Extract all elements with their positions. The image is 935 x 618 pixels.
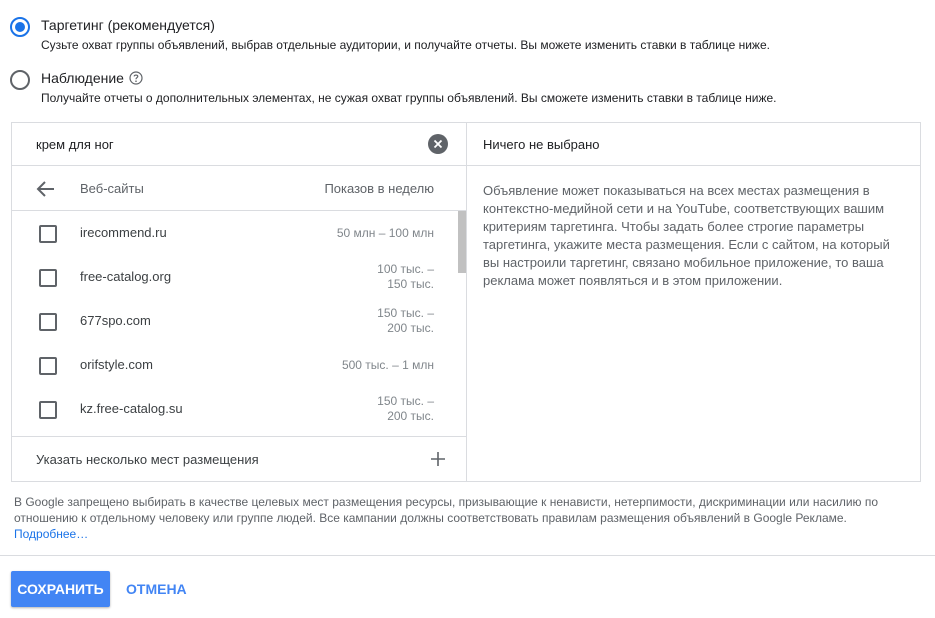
list-item[interactable]: 677spo.com 150 тыс. – 200 тыс. xyxy=(12,299,466,343)
impressions-line: 500 тыс. – 1 млн xyxy=(341,358,434,372)
checkbox-icon[interactable] xyxy=(39,269,57,287)
impressions-value: 100 тыс. – 150 тыс. xyxy=(377,262,434,292)
list-item[interactable]: free-catalog.org 100 тыс. – 150 тыс. xyxy=(12,255,466,299)
placement-list[interactable]: irecommend.ru 50 млн – 100 млн free-cata… xyxy=(12,211,466,437)
impressions-value: 150 тыс. – 200 тыс. xyxy=(377,394,434,424)
impressions-column-header: Показов в неделю xyxy=(324,180,434,196)
site-name: orifstyle.com xyxy=(80,357,153,372)
search-input[interactable] xyxy=(36,136,416,152)
impressions-line: 50 млн – 100 млн xyxy=(336,226,434,240)
targeting-option-text: Таргетинг (рекомендуется) Сузьте охват г… xyxy=(41,16,770,53)
radio-checked-icon[interactable] xyxy=(10,17,30,37)
list-item[interactable]: kz.free-catalog.su 150 тыс. – 200 тыс. xyxy=(12,387,466,431)
policy-text: В Google запрещено выбирать в качестве ц… xyxy=(14,495,879,525)
impressions-line: 100 тыс. – xyxy=(377,262,434,276)
plus-icon[interactable] xyxy=(430,451,446,467)
targeting-option[interactable]: Таргетинг (рекомендуется) Сузьте охват г… xyxy=(10,16,770,53)
observation-option-text: Наблюдение Получайте отчеты о дополнител… xyxy=(41,69,777,106)
impressions-value: 500 тыс. – 1 млн xyxy=(342,358,434,373)
cancel-button[interactable]: ОТМЕНА xyxy=(118,571,195,607)
list-category-label: Веб-сайты xyxy=(80,180,144,196)
checkbox-icon[interactable] xyxy=(39,225,57,243)
policy-notice: В Google запрещено выбирать в качестве ц… xyxy=(14,494,914,542)
observation-option-desc: Получайте отчеты о дополнительных элемен… xyxy=(41,91,777,105)
observation-option-title: Наблюдение xyxy=(41,70,124,86)
list-header: Веб-сайты Показов в неделю xyxy=(12,166,466,211)
clear-icon[interactable] xyxy=(428,134,448,154)
targeting-option-title: Таргетинг (рекомендуется) xyxy=(41,17,215,33)
help-circle-icon[interactable] xyxy=(129,71,143,85)
targeting-option-desc: Сузьте охват группы объявлений, выбрав о… xyxy=(41,38,770,52)
observation-option[interactable]: Наблюдение Получайте отчеты о дополнител… xyxy=(10,69,777,106)
impressions-value: 50 млн – 100 млн xyxy=(337,226,434,241)
radio-unchecked-icon[interactable] xyxy=(10,70,30,90)
impressions-value: 150 тыс. – 200 тыс. xyxy=(377,306,434,336)
impressions-line: 200 тыс. xyxy=(387,321,434,335)
divider xyxy=(0,555,935,556)
placement-panel: Веб-сайты Показов в неделю irecommend.ru… xyxy=(11,122,921,482)
placement-browser: Веб-сайты Показов в неделю irecommend.ru… xyxy=(12,123,467,481)
list-item[interactable]: orifstyle.com 500 тыс. – 1 млн xyxy=(12,343,466,387)
add-multiple-placements-label: Указать несколько мест размещения xyxy=(36,451,259,467)
checkbox-icon[interactable] xyxy=(39,357,57,375)
site-name: irecommend.ru xyxy=(80,225,167,240)
list-item[interactable]: irecommend.ru 50 млн – 100 млн xyxy=(12,211,466,255)
selection-pane: Ничего не выбрано Объявление может показ… xyxy=(467,123,920,481)
learn-more-link[interactable]: Подробнее… xyxy=(14,527,88,541)
add-multiple-placements-button[interactable]: Указать несколько мест размещения xyxy=(12,437,466,481)
impressions-line: 150 тыс. – xyxy=(377,306,434,320)
save-button[interactable]: СОХРАНИТЬ xyxy=(11,571,110,607)
impressions-line: 200 тыс. xyxy=(387,409,434,423)
checkbox-icon[interactable] xyxy=(39,313,57,331)
selection-title: Ничего не выбрано xyxy=(467,123,920,166)
site-name: 677spo.com xyxy=(80,313,151,328)
checkbox-icon[interactable] xyxy=(39,401,57,419)
impressions-line: 150 тыс. xyxy=(387,277,434,291)
selection-description: Объявление может показываться на всех ме… xyxy=(483,183,890,288)
back-arrow-icon[interactable] xyxy=(36,180,56,198)
impressions-line: 150 тыс. – xyxy=(377,394,434,408)
search-row xyxy=(12,123,466,166)
site-name: kz.free-catalog.su xyxy=(80,401,183,416)
observation-option-title-row: Наблюдение xyxy=(41,69,777,87)
site-name: free-catalog.org xyxy=(80,269,172,284)
